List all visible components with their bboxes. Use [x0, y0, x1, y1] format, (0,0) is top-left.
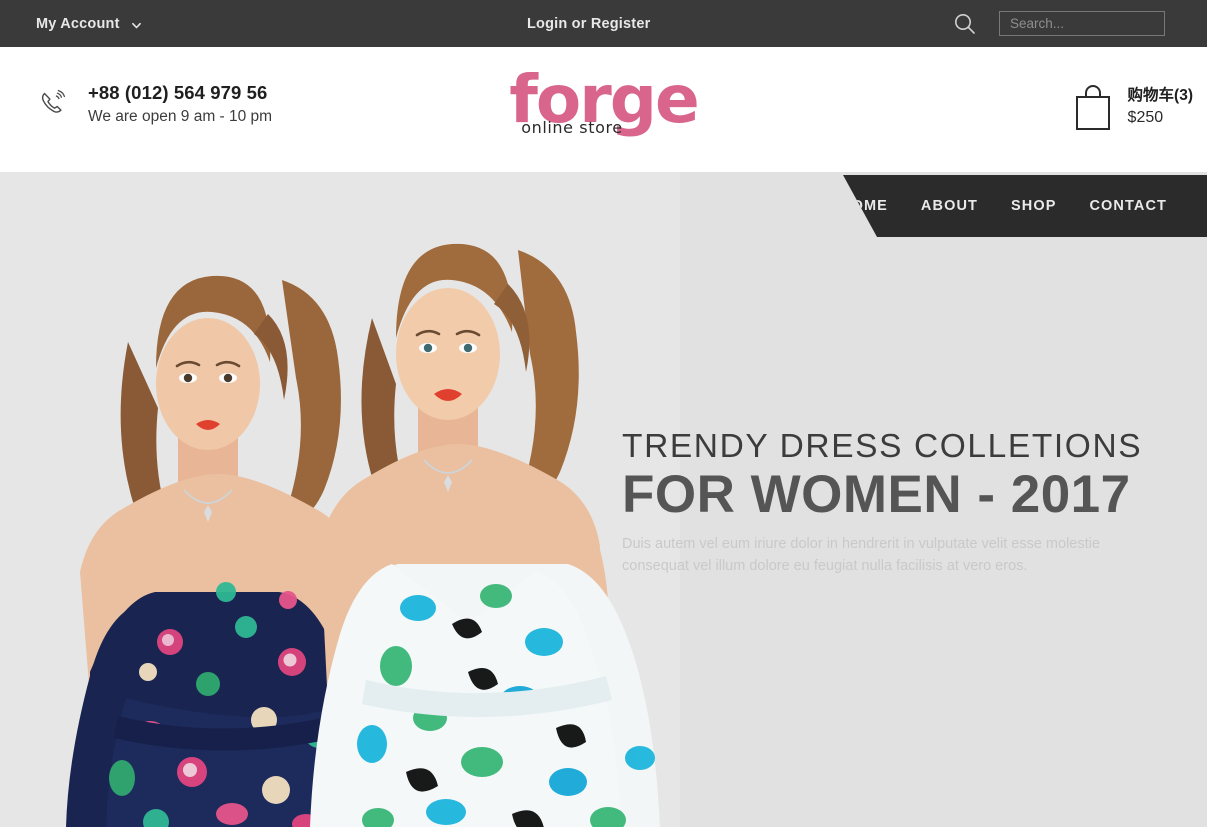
hero-kicker: TRENDY DRESS COLLETIONS	[622, 428, 1143, 465]
main-navigation: HOME ABOUT SHOP CONTACT	[843, 175, 1207, 237]
opening-hours: We are open 9 am - 10 pm	[88, 107, 273, 125]
cart-button[interactable]: 购物车(3) $250	[1072, 83, 1193, 131]
phone-ringing-icon	[36, 87, 70, 121]
shopping-bag-icon	[1072, 83, 1114, 131]
search-input[interactable]	[999, 11, 1165, 36]
phone-number: +88 (012) 564 979 56	[88, 82, 268, 103]
logo-wordmark: forge	[509, 61, 700, 138]
contact-info: +88 (012) 564 979 56 We are open 9 am - …	[36, 82, 272, 126]
login-or-register-label: Login or Register	[527, 15, 651, 32]
hero-banner: TRENDY DRESS COLLETIONS FOR WOMEN - 2017…	[0, 172, 1207, 827]
login-or-register-link[interactable]: Login or Register	[527, 0, 650, 47]
chevron-down-icon	[131, 19, 142, 30]
top-utility-bar: My Account Login or Register	[0, 0, 1207, 47]
hero-title: FOR WOMEN - 2017	[622, 464, 1131, 524]
logo-tagline: online store	[521, 118, 623, 137]
cart-total: $250	[1127, 108, 1164, 126]
site-header: +88 (012) 564 979 56 We are open 9 am - …	[0, 47, 1207, 172]
hero-models-photo	[0, 172, 680, 827]
nav-item-shop[interactable]: SHOP	[1011, 198, 1057, 214]
hero-description: Duis autem vel eum iriure dolor in hendr…	[622, 535, 1100, 575]
my-account-label: My Account	[36, 15, 120, 32]
search-icon[interactable]	[952, 11, 978, 37]
hero-copy: TRENDY DRESS COLLETIONS FOR WOMEN - 2017…	[622, 430, 1197, 578]
cart-label: 购物车(3)	[1127, 86, 1193, 104]
nav-item-about[interactable]: ABOUT	[921, 198, 978, 214]
cart-text: 购物车(3) $250	[1128, 86, 1193, 128]
my-account-menu[interactable]: My Account	[36, 0, 142, 47]
contact-text: +88 (012) 564 979 56 We are open 9 am - …	[88, 82, 272, 126]
nav-item-contact[interactable]: CONTACT	[1089, 198, 1167, 214]
